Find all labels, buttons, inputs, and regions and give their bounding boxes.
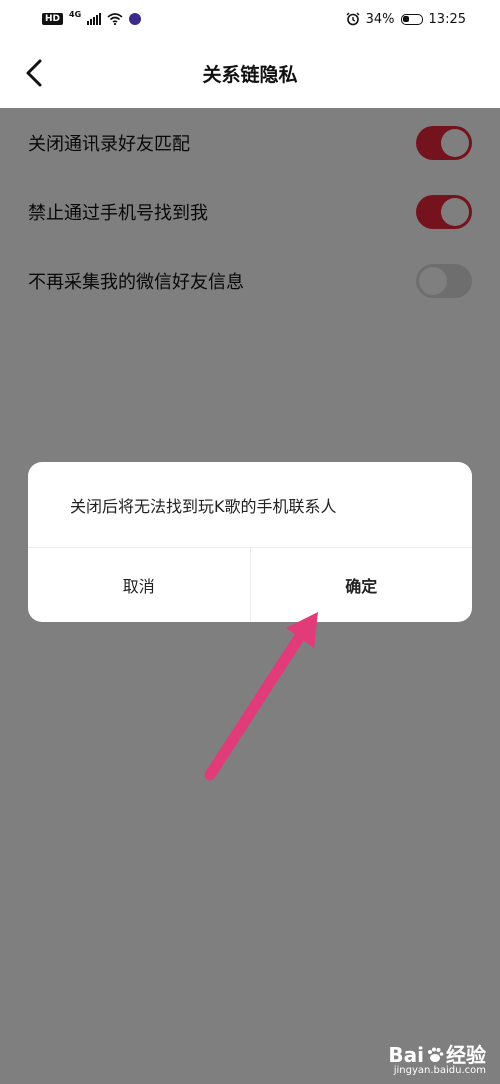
dialog-message: 关闭后将无法找到玩K歌的手机联系人 xyxy=(28,462,472,548)
dialog-buttons: 取消 确定 xyxy=(28,548,472,622)
wifi-icon xyxy=(107,13,123,25)
chevron-left-icon[interactable] xyxy=(22,58,48,88)
watermark-url: jingyan.baidu.com xyxy=(393,1064,486,1076)
baidu-watermark: Bai 经验 jingyan.baidu.com xyxy=(388,1042,486,1077)
watermark-brand-tail: 经验 xyxy=(446,1042,486,1067)
page-title: 关系链隐私 xyxy=(202,63,298,86)
watermark-brand: Bai 经验 xyxy=(388,1042,486,1067)
battery-icon xyxy=(400,13,423,25)
app-icon xyxy=(129,13,142,25)
watermark-brand-text: Bai xyxy=(388,1042,424,1067)
signal-icon xyxy=(87,13,102,25)
nav-bar: 关系链隐私 xyxy=(0,38,500,108)
battery-percent: 34% xyxy=(365,11,395,27)
confirm-dialog: 关闭后将无法找到玩K歌的手机联系人 取消 确定 xyxy=(28,462,472,622)
network-label: 4G xyxy=(69,9,82,19)
confirm-button[interactable]: 确定 xyxy=(251,548,473,622)
hd-badge: HD xyxy=(42,13,64,25)
cancel-button[interactable]: 取消 xyxy=(28,548,251,622)
status-right: 34% 13:25 xyxy=(346,12,466,27)
alarm-icon xyxy=(346,12,360,26)
status-left: HD 4G xyxy=(42,9,142,25)
status-bar: HD 4G 34% 13:25 xyxy=(0,0,500,38)
status-time: 13:25 xyxy=(428,11,466,27)
paw-icon xyxy=(428,1047,444,1062)
